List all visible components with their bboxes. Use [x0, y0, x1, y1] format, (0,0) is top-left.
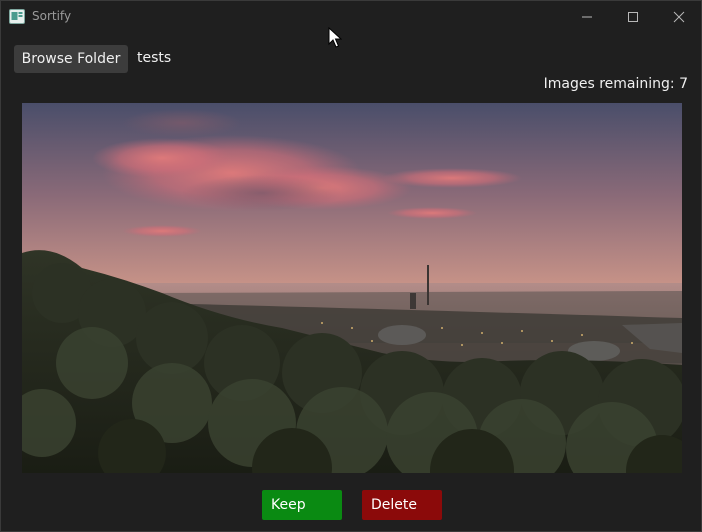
title-bar[interactable]: Sortify — [1, 1, 701, 32]
minimize-icon — [582, 16, 592, 17]
images-remaining-label: Images remaining: 7 — [543, 76, 688, 92]
close-icon — [673, 11, 685, 22]
mouse-cursor-icon — [328, 27, 342, 48]
close-button[interactable] — [656, 1, 702, 32]
app-window: Sortify Browse Folder tests Images remai… — [0, 0, 702, 532]
image-icon — [9, 9, 25, 24]
folder-name-label: tests — [137, 50, 172, 66]
maximize-button[interactable] — [610, 1, 656, 32]
maximize-icon — [628, 11, 638, 22]
landscape-photo — [22, 103, 682, 473]
delete-button[interactable]: Delete — [362, 490, 442, 520]
minimize-button[interactable] — [564, 1, 610, 32]
browse-folder-button[interactable]: Browse Folder — [14, 45, 128, 73]
keep-button[interactable]: Keep — [262, 490, 342, 520]
window-title: Sortify — [32, 9, 72, 23]
image-preview — [22, 103, 682, 473]
